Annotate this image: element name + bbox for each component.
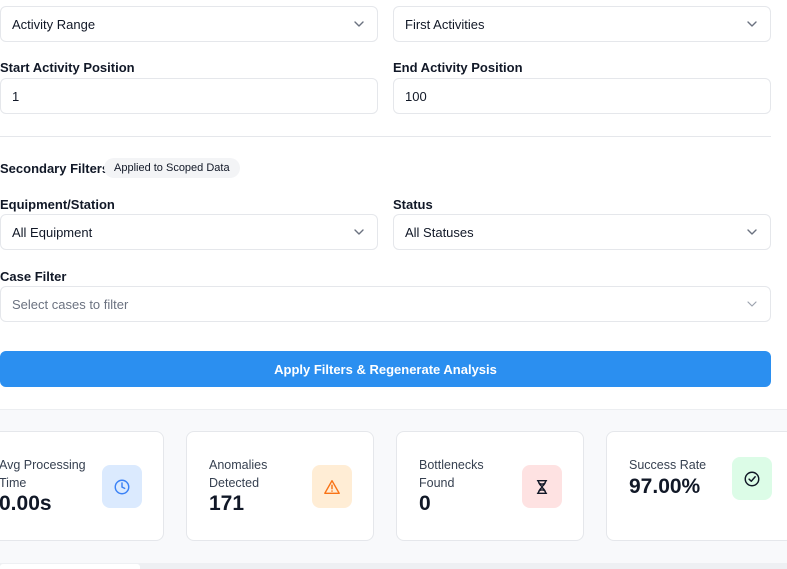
case-filter-label: Case Filter xyxy=(0,269,67,284)
stat-card-bottlenecks: Bottlenecks Found 0 xyxy=(396,431,584,541)
end-position-label: End Activity Position xyxy=(393,60,523,75)
stat-card-anomalies: Anomalies Detected 171 xyxy=(186,431,374,541)
chevron-down-icon xyxy=(747,301,757,307)
equipment-value: All Equipment xyxy=(12,224,93,240)
stat-value: 171 xyxy=(209,492,245,515)
start-position-value: 1 xyxy=(12,88,20,104)
clock-icon xyxy=(102,465,142,508)
scoped-data-badge: Applied to Scoped Data xyxy=(104,158,240,178)
case-filter-placeholder: Select cases to filter xyxy=(12,296,129,312)
bottom-tab[interactable] xyxy=(0,564,140,569)
stat-value: 0.00s xyxy=(0,492,52,515)
range-mode-value: Activity Range xyxy=(12,16,96,32)
stat-title: Success Rate xyxy=(629,458,707,472)
stat-title: Avg Processing Time xyxy=(0,458,86,490)
case-filter-select[interactable]: Select cases to filter xyxy=(0,286,771,322)
filter-panel: Activity Range First Activities Start Ac… xyxy=(0,0,787,569)
equipment-select[interactable]: All Equipment xyxy=(0,214,378,250)
start-position-input[interactable]: 1 xyxy=(0,78,378,114)
stat-title: Anomalies Detected xyxy=(209,458,268,490)
status-value: All Statuses xyxy=(405,224,474,240)
range-mode-select[interactable]: Activity Range xyxy=(0,6,378,42)
activity-mode-value: First Activities xyxy=(405,16,485,32)
hourglass-icon xyxy=(522,465,562,508)
start-position-label: Start Activity Position xyxy=(0,60,135,75)
stat-value: 97.00% xyxy=(629,475,701,498)
apply-filters-button[interactable]: Apply Filters & Regenerate Analysis xyxy=(0,351,771,387)
chevron-down-icon xyxy=(354,21,364,27)
warning-icon xyxy=(312,465,352,508)
stat-card-success-rate: Success Rate 97.00% xyxy=(606,431,787,541)
chevron-down-icon xyxy=(354,229,364,235)
chevron-down-icon xyxy=(747,229,757,235)
chevron-down-icon xyxy=(747,21,757,27)
check-circle-icon xyxy=(732,457,772,500)
end-position-value: 100 xyxy=(405,88,427,104)
status-label: Status xyxy=(393,197,433,212)
end-position-input[interactable]: 100 xyxy=(393,78,771,114)
status-select[interactable]: All Statuses xyxy=(393,214,771,250)
secondary-filters-title: Secondary Filters xyxy=(0,161,110,176)
stat-card-avg-processing-time: Avg Processing Time 0.00s xyxy=(0,431,164,541)
activity-mode-select[interactable]: First Activities xyxy=(393,6,771,42)
stat-value: 0 xyxy=(419,492,431,515)
section-divider xyxy=(0,136,771,137)
stat-title: Bottlenecks Found xyxy=(419,458,484,490)
equipment-label: Equipment/Station xyxy=(0,197,115,212)
